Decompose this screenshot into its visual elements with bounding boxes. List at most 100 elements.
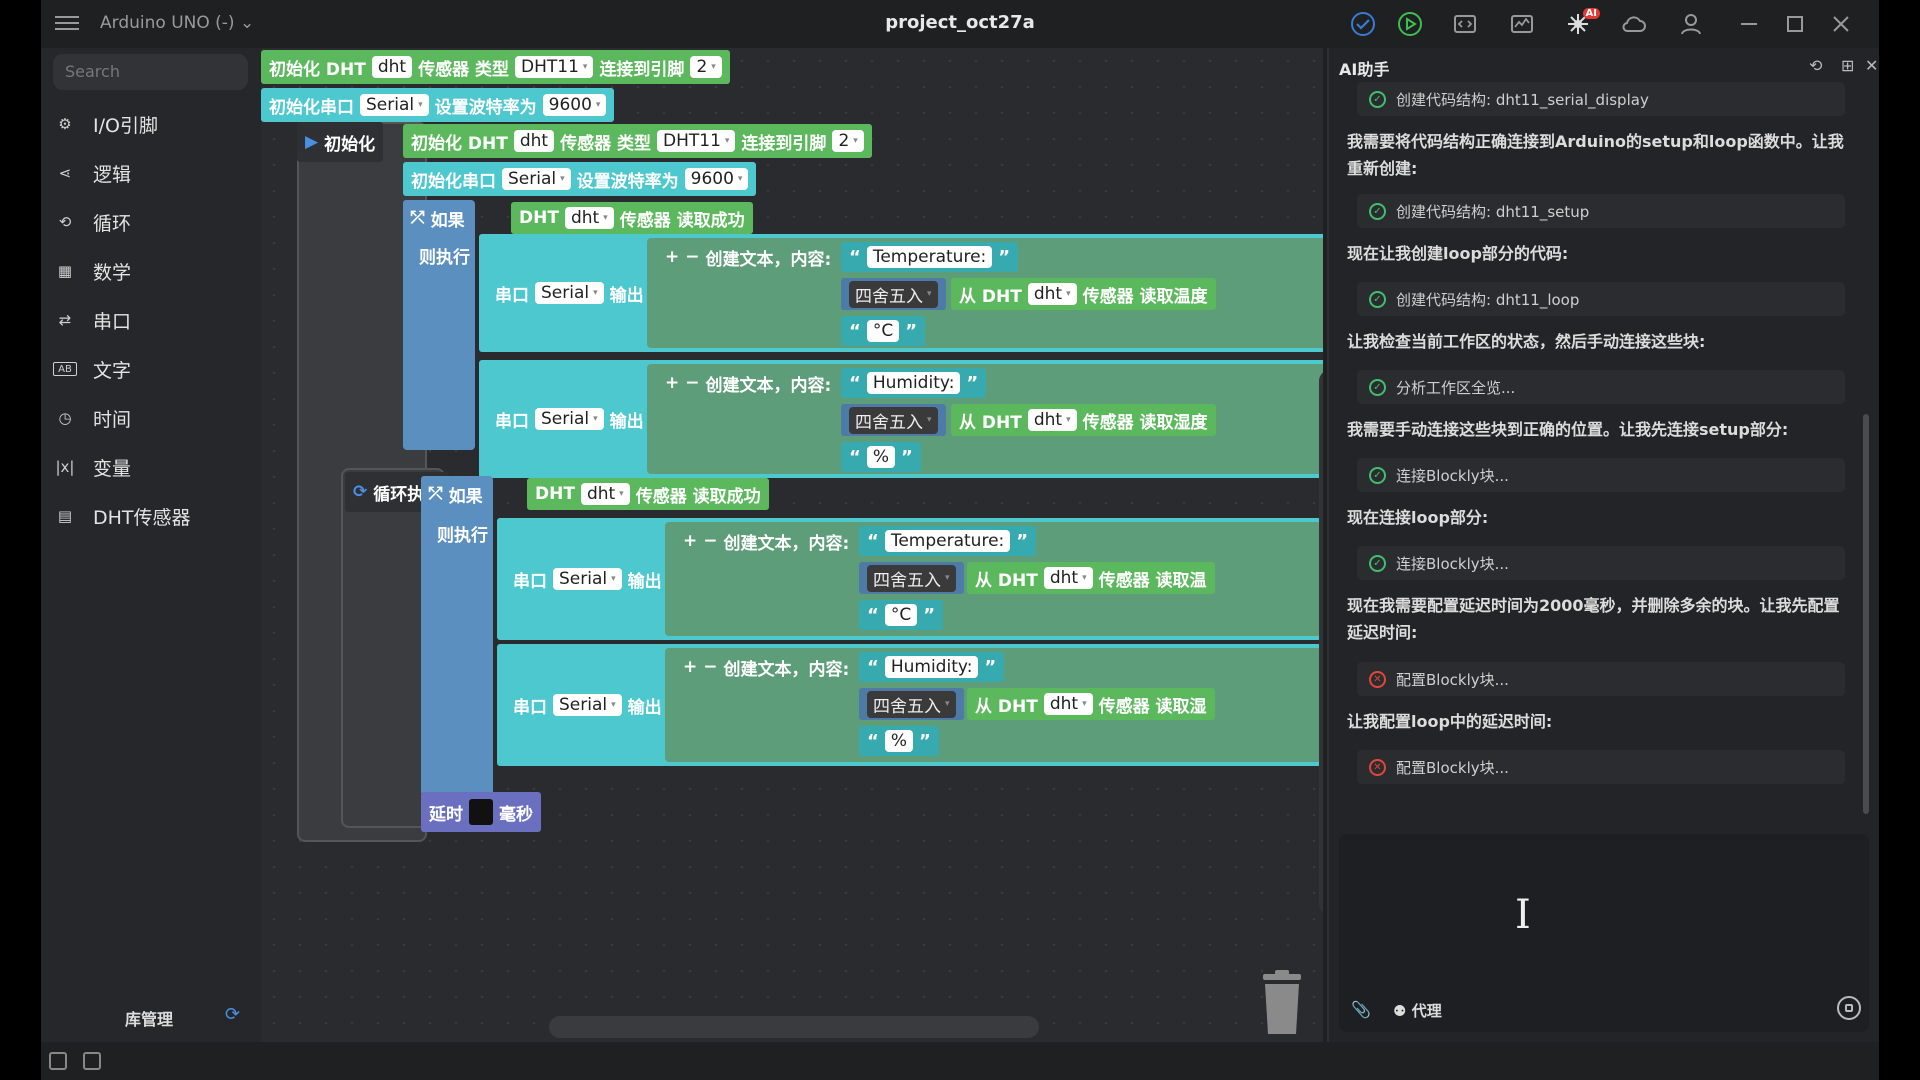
dht-var-dropdown[interactable]: dht ▾ <box>580 483 630 505</box>
search-input[interactable]: Search <box>53 54 248 90</box>
agent-mode-button[interactable]: ⚉ 代理 <box>1393 1000 1442 1021</box>
read-hum-block[interactable]: 从 DHT dht ▾ 传感器 读取湿 <box>967 688 1215 720</box>
tool-call-item[interactable]: ✓ 分析工作区全览... <box>1357 370 1845 404</box>
code-view-icon[interactable] <box>1451 10 1479 38</box>
terminal-icon[interactable] <box>83 1052 101 1070</box>
category-math[interactable]: ▦ 数学 <box>53 251 249 291</box>
serial-dropdown[interactable]: Serial ▾ <box>502 168 571 190</box>
category-loop[interactable]: ⟲ 循环 <box>53 202 249 242</box>
text-field[interactable]: % <box>866 446 895 468</box>
text-literal-block[interactable]: “ Humidity: ” <box>841 368 987 398</box>
read-temp-block[interactable]: 从 DHT dht ▾ 传感器 读取温度 <box>951 278 1216 310</box>
loop-read-ok-block[interactable]: DHT dht ▾ 传感器 读取成功 <box>527 478 769 510</box>
dht-var-dropdown[interactable]: dht ▾ <box>1027 409 1077 431</box>
text-literal-block[interactable]: “ % ” <box>841 442 921 472</box>
text-field[interactable]: Humidity: <box>884 656 979 678</box>
category-dht[interactable]: ▤ DHT传感器 <box>53 496 249 536</box>
tool-call-item[interactable]: ✕ 配置Blockly块... <box>1357 750 1845 784</box>
round-dropdown[interactable]: 四舍五入 ▾ <box>867 690 956 718</box>
category-io[interactable]: ⚙ I/O引脚 <box>53 104 249 144</box>
dht-var-dropdown[interactable]: dht ▾ <box>1043 567 1093 589</box>
remove-item-button[interactable]: − <box>685 373 699 393</box>
dht-var-dropdown[interactable]: dht ▾ <box>1027 283 1077 305</box>
remove-item-button[interactable]: − <box>703 657 717 677</box>
loop-if-block[interactable]: ⤱ 如果 <box>421 476 491 512</box>
close-panel-icon[interactable]: ✕ <box>1865 56 1878 75</box>
add-item-button[interactable]: + <box>683 657 697 677</box>
minimize-icon[interactable] <box>1735 10 1763 38</box>
dht-var-dropdown[interactable]: dht ▾ <box>1043 693 1093 715</box>
tool-call-item[interactable]: ✓ 创建代码结构: dht11_serial_display <box>1357 82 1845 116</box>
pin-dropdown[interactable]: 2 ▾ <box>832 130 864 152</box>
board-selector[interactable]: Arduino UNO (-) ⌄ <box>100 13 254 33</box>
remove-item-button[interactable]: − <box>685 247 699 267</box>
text-literal-block[interactable]: “ Temperature: ” <box>841 242 1019 272</box>
text-literal-block[interactable]: “ °C ” <box>841 316 926 346</box>
setup-if-block[interactable]: ⤱ 如果 <box>403 200 473 236</box>
dht-model-dropdown[interactable]: DHT11 ▾ <box>657 130 736 152</box>
cloud-icon[interactable] <box>1620 10 1648 38</box>
close-icon[interactable] <box>1827 10 1855 38</box>
read-hum-block[interactable]: 从 DHT dht ▾ 传感器 读取湿度 <box>951 404 1216 436</box>
trash-icon[interactable] <box>1259 970 1305 1036</box>
maximize-icon[interactable] <box>1781 10 1809 38</box>
dht-var-field[interactable]: dht <box>371 56 413 78</box>
round-dropdown[interactable]: 四舍五入 ▾ <box>849 406 938 434</box>
dht-model-dropdown[interactable]: DHT11 ▾ <box>515 56 594 78</box>
setup-init-dht-block[interactable]: 初始化 DHT dht 传感器 类型 DHT11 ▾ 连接到引脚 2 ▾ <box>403 124 872 158</box>
log-icon[interactable] <box>49 1052 67 1070</box>
blockly-workspace[interactable]: 初始化 DHT dht 传感器 类型 DHT11 ▾ 连接到引脚 2 ▾ 初始化串口… <box>261 48 1323 1042</box>
serial-dropdown[interactable]: Serial ▾ <box>535 408 604 430</box>
library-manager-button[interactable]: 库管理 <box>125 1006 173 1030</box>
serial-dropdown[interactable]: Serial ▾ <box>360 94 429 116</box>
init-dht-block[interactable]: 初始化 DHT dht 传感器 类型 DHT11 ▾ 连接到引脚 2 ▾ <box>261 50 730 84</box>
add-item-button[interactable]: + <box>665 373 679 393</box>
serial-dropdown[interactable]: Serial ▾ <box>553 568 622 590</box>
text-literal-block[interactable]: “ Humidity: ” <box>859 652 1005 682</box>
dht-var-dropdown[interactable]: dht ▾ <box>564 207 614 229</box>
text-field[interactable]: Humidity: <box>866 372 961 394</box>
workspace-horizontal-scrollbar[interactable] <box>549 1016 1039 1038</box>
read-temp-block[interactable]: 从 DHT dht ▾ 传感器 读取温 <box>967 562 1215 594</box>
setup-init-serial-block[interactable]: 初始化串口 Serial ▾ 设置波特率为 9600 ▾ <box>403 162 757 196</box>
tool-call-item[interactable]: ✓ 创建代码结构: dht11_loop <box>1357 282 1845 316</box>
delay-value-slot[interactable] <box>469 799 493 825</box>
workspace-vertical-scrollbar[interactable] <box>1319 370 1323 915</box>
serial-dropdown[interactable]: Serial ▾ <box>535 282 604 304</box>
text-literal-block[interactable]: “ °C ” <box>859 600 944 630</box>
dht-var-field[interactable]: dht <box>513 130 555 152</box>
menu-icon[interactable] <box>55 12 79 36</box>
text-literal-block[interactable]: “ Temperature: ” <box>859 526 1037 556</box>
text-field[interactable]: °C <box>884 604 918 626</box>
user-icon[interactable] <box>1677 10 1705 38</box>
round-block[interactable]: 四舍五入 ▾ <box>841 404 946 436</box>
attach-icon[interactable]: 📎 <box>1351 1000 1371 1019</box>
category-variable[interactable]: |x| 变量 <box>53 447 249 487</box>
stop-button[interactable] <box>1837 996 1861 1020</box>
tool-call-item[interactable]: ✓ 创建代码结构: dht11_setup <box>1357 194 1845 228</box>
text-field[interactable]: Temperature: <box>884 530 1011 552</box>
category-logic[interactable]: ⋖ 逻辑 <box>53 153 249 193</box>
add-item-button[interactable]: + <box>683 531 697 551</box>
delay-block[interactable]: 延时 毫秒 <box>421 792 541 832</box>
category-serial[interactable]: ⇄ 串口 <box>53 300 249 340</box>
tool-call-item[interactable]: ✕ 配置Blockly块... <box>1357 662 1845 696</box>
add-item-button[interactable]: + <box>665 247 679 267</box>
round-block[interactable]: 四舍五入 ▾ <box>841 278 946 310</box>
text-field[interactable]: Temperature: <box>866 246 993 268</box>
remove-item-button[interactable]: − <box>703 531 717 551</box>
upload-icon[interactable] <box>1396 10 1424 38</box>
text-field[interactable]: % <box>884 730 913 752</box>
chat-scrollbar[interactable] <box>1863 414 1869 814</box>
round-dropdown[interactable]: 四舍五入 ▾ <box>849 280 938 308</box>
history-icon[interactable]: ⟲ <box>1809 56 1822 75</box>
setup-hat-block[interactable]: ▶ 初始化 <box>297 122 384 162</box>
verify-icon[interactable] <box>1349 10 1377 38</box>
text-literal-block[interactable]: “ % ” <box>859 726 939 756</box>
tool-call-item[interactable]: ✓ 连接Blockly块... <box>1357 546 1845 580</box>
serial-dropdown[interactable]: Serial ▾ <box>553 694 622 716</box>
round-block[interactable]: 四舍五入 ▾ <box>859 562 964 594</box>
baud-dropdown[interactable]: 9600 ▾ <box>542 94 607 116</box>
tool-call-item[interactable]: ✓ 连接Blockly块... <box>1357 458 1845 492</box>
category-time[interactable]: ◷ 时间 <box>53 398 249 438</box>
